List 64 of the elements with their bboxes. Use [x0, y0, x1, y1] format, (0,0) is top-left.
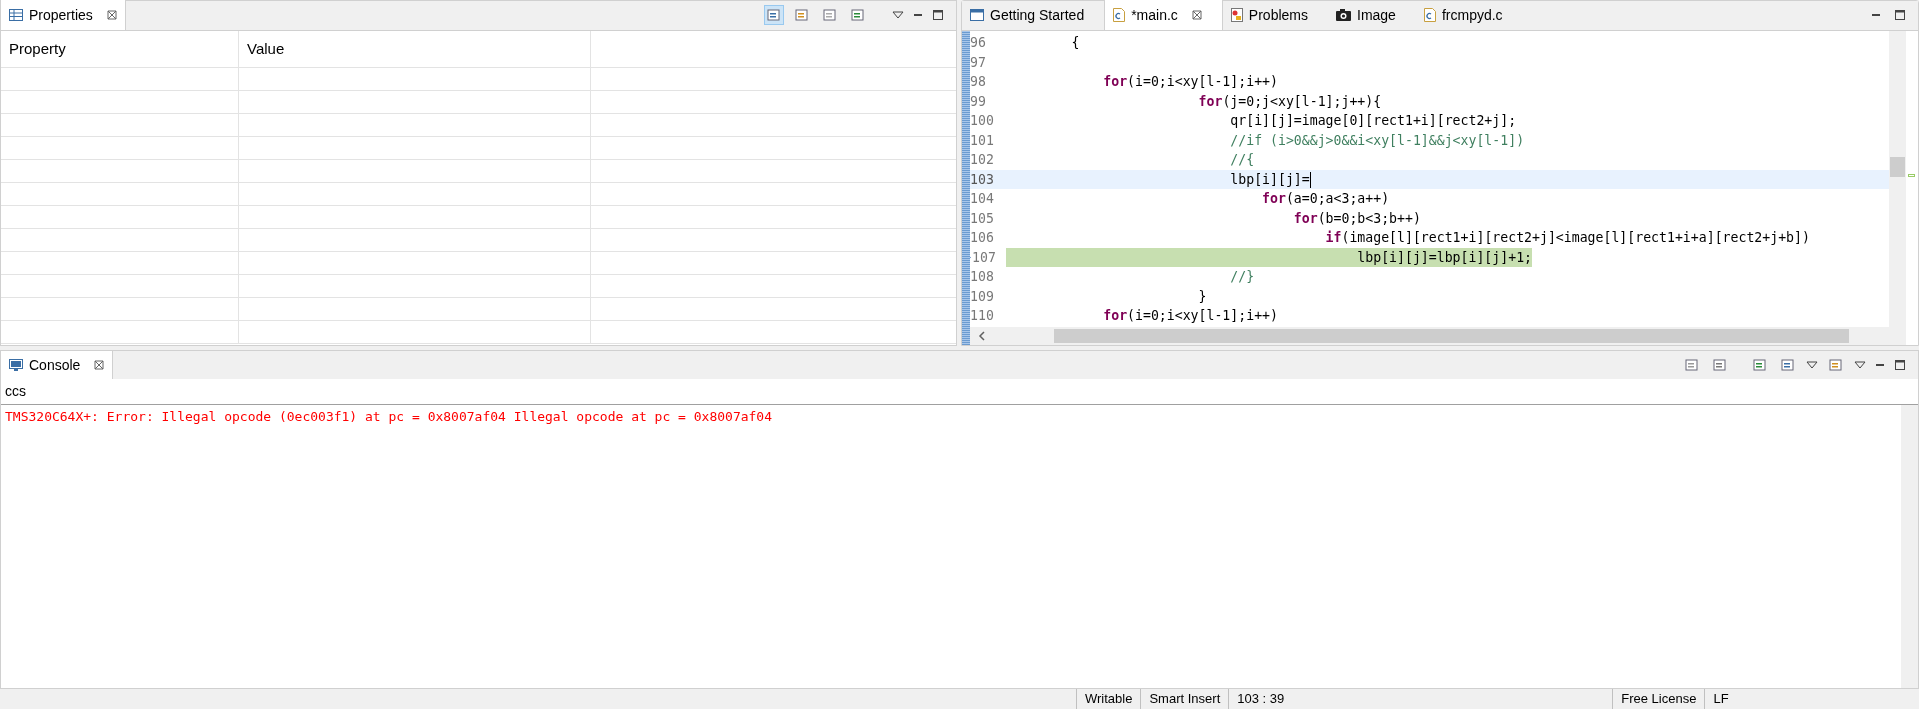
column-header[interactable]: Value	[239, 31, 591, 67]
line-number: 104	[970, 190, 994, 208]
overview-mark	[1908, 174, 1915, 177]
line-number: 107	[972, 248, 996, 267]
line-number: 100	[970, 112, 994, 130]
status-field: Writable	[1076, 689, 1141, 709]
editor-tab[interactable]: Image	[1328, 0, 1416, 30]
vertical-scrollbar[interactable]	[1889, 31, 1906, 345]
code-line: for(i=0;i<xy[l-1];i++)	[1102, 307, 1278, 325]
editor-tab[interactable]: Problems	[1222, 0, 1328, 30]
maximize-icon[interactable]	[932, 9, 944, 21]
code-line: for(j=0;j<xy[l-1];j++){	[1197, 92, 1382, 111]
line-number: 97	[970, 53, 986, 72]
scroll-left-icon[interactable]	[978, 331, 986, 341]
line-number: 99	[970, 92, 986, 111]
editor-tab[interactable]: Getting Started	[962, 0, 1105, 30]
problems-icon	[1230, 8, 1243, 22]
line-number: 110	[970, 307, 994, 325]
line-number: 102	[970, 151, 994, 169]
code-line: }	[1197, 287, 1207, 306]
monitor-icon	[9, 359, 23, 371]
line-number: 101	[970, 131, 994, 150]
code-line: //}	[1229, 268, 1255, 286]
line-number: 106	[970, 229, 994, 247]
line-number: 96	[970, 34, 986, 52]
code-line: for(i=0;i<xy[l-1];i++)	[1102, 73, 1278, 91]
code-line: lbp[i][j]=	[1229, 170, 1312, 189]
view-menu-icon[interactable]	[1854, 360, 1866, 370]
column-header[interactable]: Property	[1, 31, 239, 67]
console-tab[interactable]: Console	[1, 351, 114, 379]
maximize-icon[interactable]	[1894, 359, 1906, 371]
status-field: LF	[1704, 689, 1737, 709]
status-field: Smart Insert	[1140, 689, 1229, 709]
horizontal-scrollbar[interactable]	[970, 327, 1889, 345]
maximize-icon[interactable]	[1894, 9, 1906, 21]
code-line: {	[1070, 34, 1080, 52]
line-number: 105	[970, 209, 994, 228]
code-line: qr[i][j]=image[0][rect1+i][rect2+j];	[1229, 112, 1517, 130]
view-menu-icon[interactable]	[1806, 360, 1818, 370]
view-menu-icon[interactable]	[892, 10, 904, 20]
properties-tab[interactable]: Properties	[1, 0, 126, 30]
code-line: if(image[l][rect1+i][rect2+j]<image[l][rect1+i+a][rect2+j+b])	[1324, 229, 1810, 247]
line-number: 108	[970, 268, 994, 286]
line-number: 98	[970, 73, 986, 91]
line-number: 103	[970, 170, 994, 189]
editor-tab[interactable]: *main.c	[1104, 0, 1223, 30]
editor-tab[interactable]: frcmpyd.c	[1415, 0, 1523, 30]
code-line: //{	[1229, 151, 1255, 169]
status-field: Free License	[1612, 689, 1705, 709]
close-icon[interactable]	[106, 10, 117, 20]
close-icon[interactable]	[1191, 10, 1202, 20]
table-icon	[9, 9, 23, 21]
window-icon	[970, 9, 984, 21]
console-error-text: TMS320C64X+: Error: Illegal opcode (0ec003f1) at pc = 0x8007af04 Illegal opcode at pc = 0x8007af04	[5, 409, 772, 424]
vertical-scrollbar[interactable]	[1901, 405, 1918, 688]
line-number: 109	[970, 287, 994, 306]
c-file-icon	[1423, 8, 1436, 22]
c-file-icon	[1113, 8, 1126, 22]
code-line: for(b=0;b<3;b++)	[1292, 209, 1421, 228]
camera-icon	[1336, 9, 1351, 21]
status-field: 103 : 39	[1228, 689, 1293, 709]
close-icon[interactable]	[94, 360, 105, 370]
code-line: //if (i>0&&j>0&&i<xy[l-1]&&j<xy[l-1])	[1229, 131, 1525, 150]
code-line: for(a=0;a<3;a++)	[1261, 190, 1390, 208]
